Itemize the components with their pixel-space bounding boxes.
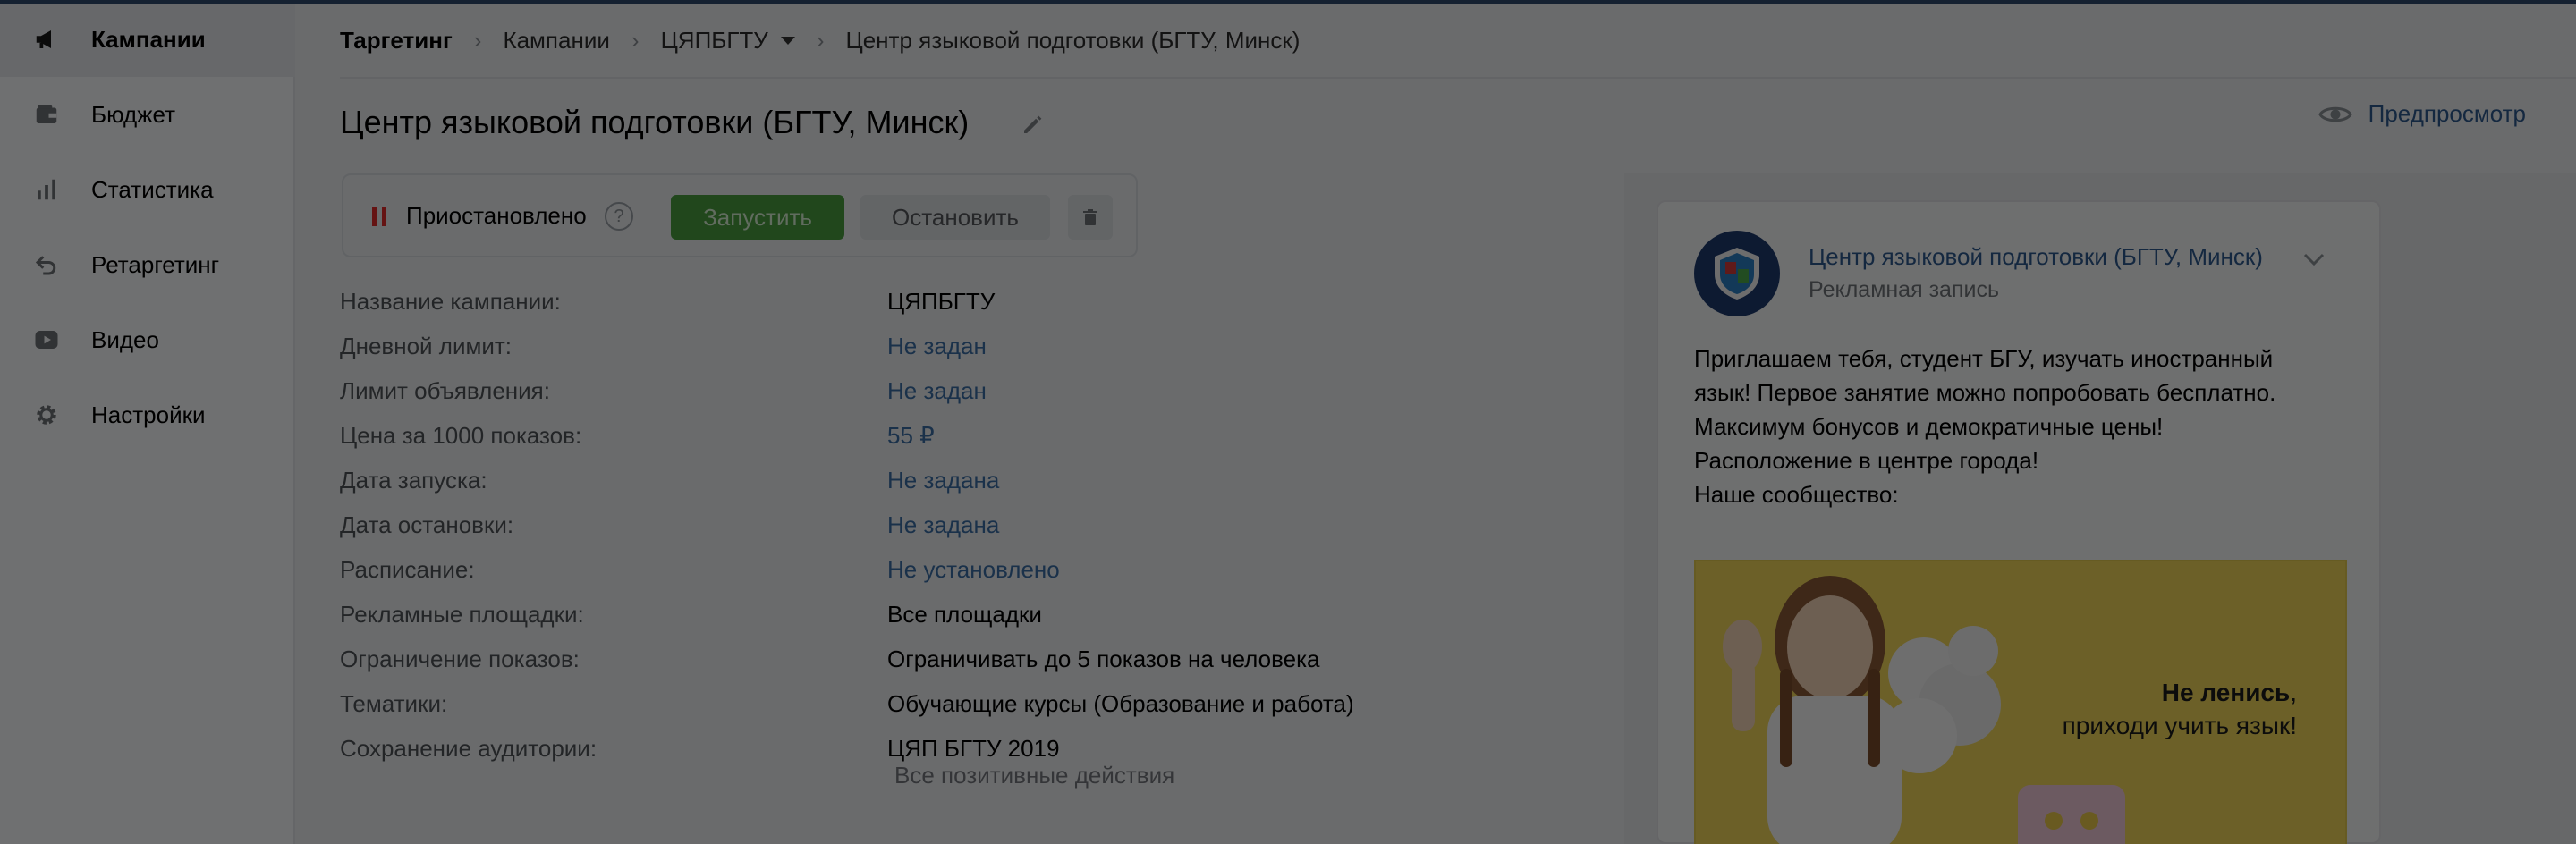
breadcrumb: Таргетинг › Кампании › ЦЯПБГТУ › Центр я… [340, 25, 1300, 55]
eye-icon [2318, 106, 2352, 122]
field-label: Цена за 1000 показов: [340, 422, 582, 449]
breadcrumb-campaign-label: ЦЯПБГТУ [660, 26, 768, 54]
field-price-per-1000: Цена за 1000 показов: 55 ₽ [340, 422, 935, 454]
sidebar-item-label: Бюджет [91, 100, 176, 128]
shield-logo-icon [1715, 248, 1759, 300]
preview-link[interactable]: Предпросмотр [2318, 100, 2526, 128]
sidebar-item-campaigns[interactable]: Кампании [0, 2, 295, 77]
ad-image-caption: Не ленись, приходи учить язык! [2063, 676, 2297, 742]
sidebar-item-label: Ретаргетинг [91, 250, 220, 278]
chevron-right-icon: › [631, 26, 640, 54]
top-accent-line [0, 0, 2576, 4]
field-value: ЦЯПБГТУ [887, 288, 996, 315]
sidebar-item-video[interactable]: Видео [0, 302, 295, 377]
field-value: Все площадки [887, 601, 1042, 628]
sidebar-item-label: Настройки [91, 401, 206, 428]
field-value-link[interactable]: Не задана [887, 511, 999, 544]
bar-chart-icon [32, 175, 61, 204]
ad-text-line: Приглашаем тебя, студент БГУ, изучать ин… [1694, 345, 2274, 372]
megaphone-icon [32, 25, 61, 54]
video-play-icon [32, 325, 61, 354]
preview-label: Предпросмотр [2368, 100, 2526, 127]
chevron-down-icon[interactable] [2301, 250, 2327, 268]
sidebar: Кампании Бюджет Статистика Ретаргетинг В… [0, 0, 295, 844]
sidebar-item-statistics[interactable]: Статистика [0, 152, 295, 227]
field-campaign-name: Название кампании: ЦЯПБГТУ [340, 288, 995, 320]
help-icon[interactable]: ? [605, 202, 633, 231]
status-text: Приостановлено [406, 202, 587, 229]
main-content: Таргетинг › Кампании › ЦЯПБГТУ › Центр я… [297, 0, 2576, 844]
avatar[interactable] [1694, 231, 1780, 316]
chevron-right-icon: › [473, 26, 482, 54]
campaign-status-panel: Приостановлено ? Запустить Остановить [342, 173, 1138, 257]
field-value-link[interactable]: Не установлено [887, 556, 1060, 588]
ad-text-line: Расположение в центре города! [1694, 447, 2039, 474]
ad-text-line: Максимум бонусов и демократичные цены! [1694, 413, 2164, 440]
field-value: Обучающие курсы (Образование и работа) [887, 690, 1354, 717]
field-value: Ограничивать до 5 показов на человека [887, 646, 1320, 672]
page-title: Центр языковой подготовки (БГТУ, Минск) [340, 104, 970, 140]
field-ad-platforms: Рекламные площадки: Все площадки [340, 601, 1042, 633]
caption-bold: Не ленись [2161, 679, 2291, 706]
ad-text-line: Наше сообщество: [1694, 481, 1899, 508]
field-schedule: Расписание: Не установлено [340, 556, 1060, 588]
ad-post-card: Центр языковой подготовки (БГТУ, Минск) … [1657, 200, 2381, 844]
ad-page-name-link[interactable]: Центр языковой подготовки (БГТУ, Минск) [1809, 243, 2263, 271]
pause-icon [372, 207, 386, 226]
breadcrumb-current: Центр языковой подготовки (БГТУ, Минск) [845, 26, 1301, 54]
field-label: Тематики: [340, 690, 448, 717]
sidebar-item-retargeting[interactable]: Ретаргетинг [0, 227, 295, 302]
ad-preview-panel: Центр языковой подготовки (БГТУ, Минск) … [1624, 173, 2576, 844]
pencil-edit-icon[interactable] [1020, 111, 1046, 138]
breadcrumb-targeting[interactable]: Таргетинг [340, 27, 453, 55]
field-value-link[interactable]: 55 ₽ [887, 422, 935, 454]
sidebar-item-label: Кампании [91, 25, 206, 53]
field-label: Расписание: [340, 556, 475, 583]
field-value-link[interactable]: Не задан [887, 377, 987, 409]
field-topics: Тематики: Обучающие курсы (Образование и… [340, 690, 1354, 722]
stop-button[interactable]: Остановить [860, 195, 1050, 240]
field-value-link[interactable]: Не задан [887, 333, 987, 365]
field-daily-limit: Дневной лимит: Не задан [340, 333, 987, 365]
field-ad-limit: Лимит объявления: Не задан [340, 377, 987, 409]
delete-button[interactable] [1068, 195, 1113, 240]
ad-post-text: Приглашаем тебя, студент БГУ, изучать ин… [1694, 342, 2356, 511]
ad-label: Рекламная запись [1809, 277, 1999, 302]
sidebar-item-budget[interactable]: Бюджет [0, 77, 295, 152]
field-impression-limit: Ограничение показов: Ограничивать до 5 п… [340, 646, 1319, 678]
field-label: Дата запуска: [340, 467, 487, 494]
field-label: Дневной лимит: [340, 333, 513, 359]
field-label: Рекламные площадки: [340, 601, 584, 628]
sidebar-item-label: Видео [91, 325, 159, 353]
caption-line2: приходи учить язык! [2062, 712, 2297, 739]
sidebar-item-settings[interactable]: Настройки [0, 377, 295, 452]
retarget-arrow-icon [32, 250, 61, 279]
field-label: Дата остановки: [340, 511, 514, 538]
divider [340, 77, 2576, 79]
field-start-date: Дата запуска: Не задана [340, 467, 999, 499]
sidebar-item-label: Статистика [91, 175, 214, 203]
field-label: Сохранение аудитории: [340, 735, 597, 762]
launch-button[interactable]: Запустить [671, 195, 844, 240]
field-label: Лимит объявления: [340, 377, 550, 404]
chevron-right-icon: › [816, 26, 825, 54]
gear-icon [32, 401, 61, 429]
wallet-icon [32, 100, 61, 129]
caption-comma: , [2290, 679, 2297, 706]
caret-down-icon [780, 36, 795, 45]
field-label: Название кампании: [340, 288, 561, 315]
audience-sub-value: Все позитивные действия [894, 762, 1175, 789]
breadcrumb-campaign-dropdown[interactable]: ЦЯПБГТУ [661, 27, 795, 55]
breadcrumb-campaigns[interactable]: Кампании [503, 27, 609, 55]
ad-text-line: язык! Первое занятие можно попробовать б… [1694, 379, 2276, 406]
field-value-link[interactable]: Не задана [887, 467, 999, 499]
trash-icon [1083, 209, 1097, 225]
ad-image[interactable]: Не ленись, приходи учить язык! [1694, 560, 2347, 844]
field-label: Ограничение показов: [340, 646, 580, 672]
field-stop-date: Дата остановки: Не задана [340, 511, 999, 544]
